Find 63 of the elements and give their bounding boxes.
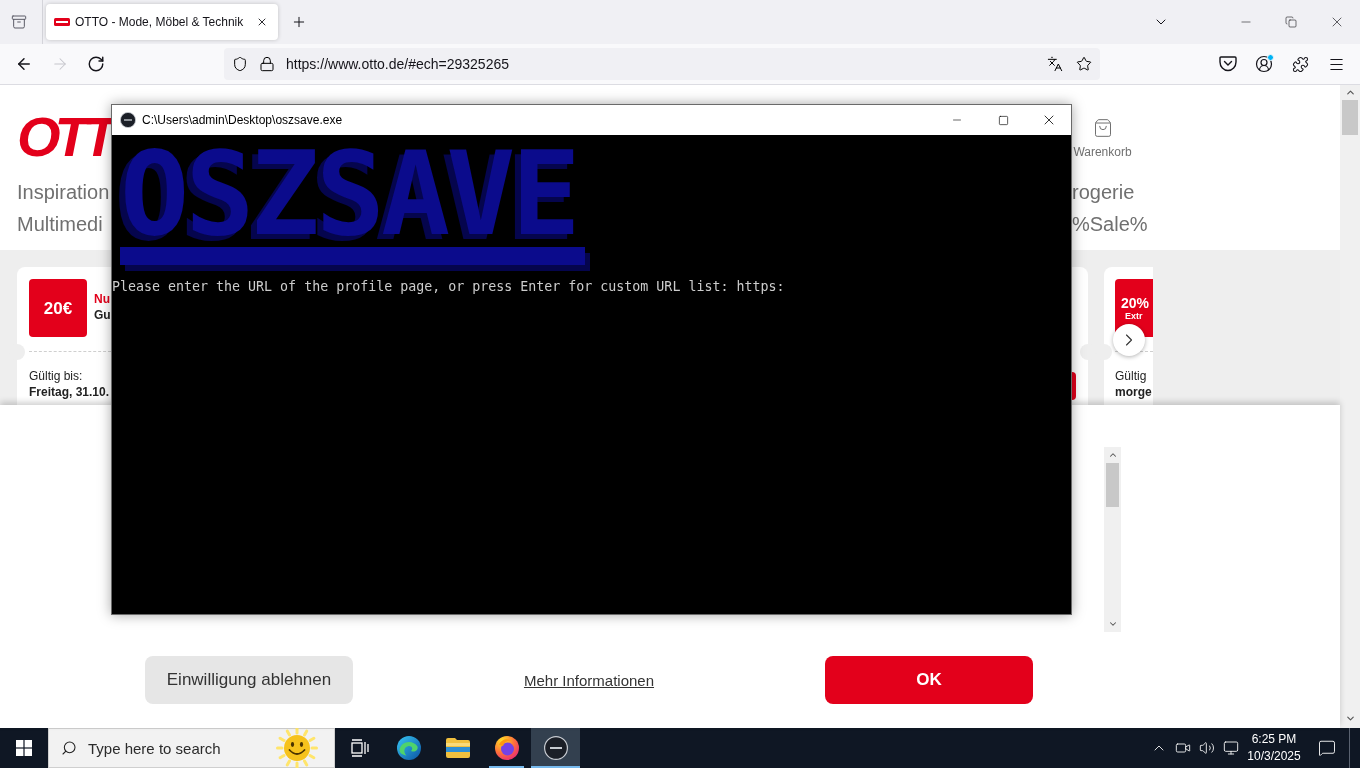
url-field[interactable]: https://www.otto.de/#ech=29325265 <box>286 56 1036 72</box>
scroll-up-icon[interactable] <box>1107 450 1118 460</box>
taskbar-app[interactable] <box>531 728 580 768</box>
search-icon <box>61 740 77 756</box>
scrollbar[interactable] <box>1104 447 1121 632</box>
category-link[interactable]: %Sale% <box>1072 208 1148 240</box>
pocket-save-icon <box>1219 56 1237 72</box>
video-camera-icon <box>1175 740 1191 756</box>
restore-icon <box>1285 16 1297 28</box>
cart-button[interactable]: Warenkorb <box>1072 118 1133 159</box>
badge-value: 20€ <box>43 298 73 318</box>
shopping-bag-icon <box>1092 118 1113 138</box>
folder-icon <box>445 738 470 758</box>
console-prompt: Please enter the URL of the profile page, or press Enter for custom URL list: https: <box>112 279 785 295</box>
task-view-icon <box>350 739 369 757</box>
coupon-title: Gu <box>94 307 111 323</box>
puzzle-icon <box>1291 55 1309 73</box>
windows-logo-icon <box>16 740 32 756</box>
swirl-logo-icon <box>396 736 421 760</box>
address-bar[interactable]: https://www.otto.de/#ech=29325265 <box>224 48 1100 80</box>
more-info-link[interactable]: Mehr Informationen <box>523 671 655 689</box>
clock[interactable]: 6:25 PM 10/3/2025 <box>1243 728 1305 768</box>
plus-icon <box>291 14 307 30</box>
close-icon <box>256 16 268 28</box>
translate-icon[interactable] <box>1047 56 1063 72</box>
carousel-next-button[interactable] <box>1113 324 1145 356</box>
coupon-tag: Nu <box>94 291 110 307</box>
archive-icon <box>11 14 27 30</box>
badge-subtitle: Extr <box>1125 310 1143 322</box>
ok-button[interactable]: OK <box>825 656 1033 704</box>
favicon-icon <box>54 18 70 26</box>
account-icon <box>1255 55 1273 73</box>
disc-logo-icon <box>543 736 568 760</box>
scrollbar[interactable] <box>1340 85 1360 728</box>
browser-tab[interactable]: OTTO - Mode, Möbel & Technik <box>46 4 278 40</box>
maximize-icon <box>997 114 1009 126</box>
valid-label: Gültig <box>1115 368 1147 384</box>
speech-bubble-icon <box>1318 739 1336 757</box>
speaker-icon <box>1199 740 1215 756</box>
category-link[interactable]: Inspiration <box>17 176 110 208</box>
logo[interactable]: OTT <box>17 113 111 161</box>
star-icon[interactable] <box>1076 56 1092 72</box>
lock-icon <box>259 56 275 72</box>
search-box[interactable]: Type here to search <box>48 728 335 768</box>
banner-title: OSZSAVE <box>119 144 577 244</box>
valid-label: Gültig bis: <box>29 368 83 384</box>
coupon-button-edge <box>1072 372 1076 400</box>
monitor-icon <box>1223 740 1239 756</box>
decline-button[interactable]: Einwilligung ablehnen <box>145 656 353 704</box>
scroll-down-icon[interactable] <box>1107 619 1118 629</box>
badge-value: 20% <box>1121 294 1150 311</box>
valid-date: morge <box>1115 384 1152 400</box>
category-link[interactable]: rogerie <box>1072 176 1135 208</box>
scrollbar-thumb[interactable] <box>1342 100 1358 135</box>
disc-logo-icon <box>120 112 136 128</box>
scrollbar-thumb[interactable] <box>1106 463 1119 507</box>
window-title: C:\Users\admin\Desktop\oszsave.exe <box>142 113 343 127</box>
valid-date: Freitag, 31.10. <box>29 384 110 400</box>
shield-icon <box>232 56 248 72</box>
fox-globe-icon <box>494 736 519 760</box>
search-field[interactable]: Type here to search <box>88 739 258 757</box>
tab-title: OTTO - Mode, Möbel & Technik <box>75 15 245 29</box>
category-link[interactable]: Multimedi <box>17 208 103 240</box>
